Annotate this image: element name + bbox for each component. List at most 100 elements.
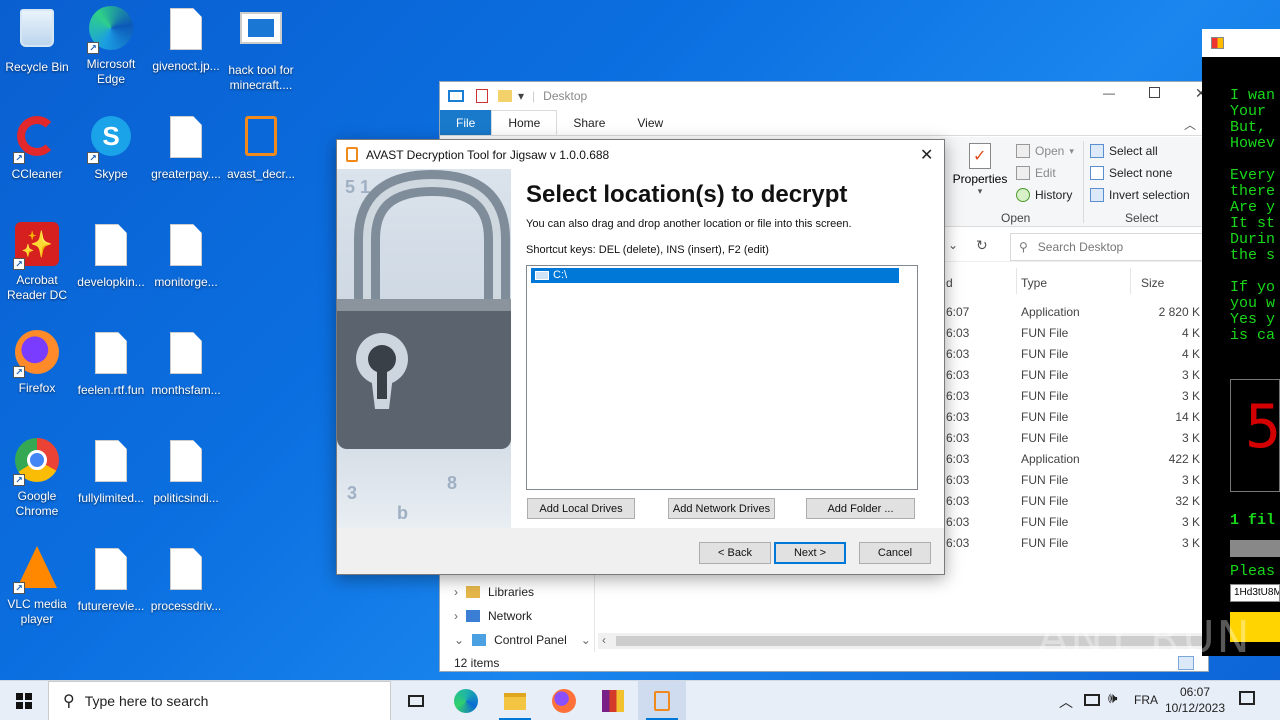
file-time: 6:03: [946, 473, 970, 487]
tab-home[interactable]: Home: [491, 110, 558, 135]
maximize-button[interactable]: [1149, 87, 1160, 98]
nav-libraries[interactable]: › Libraries: [454, 585, 534, 599]
monitor-icon: [448, 90, 464, 102]
svg-text:b: b: [397, 503, 408, 523]
file-row[interactable]: 6:03 FUN File 4 K: [940, 346, 1210, 366]
clock-time: 06:07: [1179, 685, 1211, 699]
add-network-drives-button[interactable]: Add Network Drives: [668, 498, 775, 519]
location-list[interactable]: C:\: [526, 265, 918, 490]
collapse-ribbon-icon[interactable]: ︿: [1184, 116, 1196, 133]
file-row[interactable]: 6:03 FUN File 3 K: [940, 367, 1210, 387]
select-group-label: Select: [1125, 211, 1159, 225]
file-row[interactable]: 6:03 FUN File 3 K: [940, 535, 1210, 555]
clock[interactable]: 06:07 10/12/2023: [1162, 684, 1228, 716]
desktop-icon[interactable]: hack tool for minecraft....: [225, 4, 297, 93]
file-size: 3 K: [1181, 389, 1200, 403]
taskbar-avast-decryptor[interactable]: [638, 681, 686, 720]
desktop-icon[interactable]: fullylimited...: [75, 436, 147, 506]
bitcoin-address-field[interactable]: 1Hd3tU8M: [1230, 584, 1280, 602]
invert-selection-button[interactable]: Invert selection: [1090, 188, 1190, 202]
please-text: Pleas: [1230, 563, 1276, 580]
add-local-drives-button[interactable]: Add Local Drives: [527, 498, 635, 519]
desktop-icon[interactable]: feelen.rtf.fun: [75, 328, 147, 398]
select-none-button[interactable]: Select none: [1090, 166, 1172, 180]
file-row[interactable]: 6:07 Application 2 820 K: [940, 304, 1210, 324]
taskbar-edge[interactable]: [442, 681, 490, 720]
task-view-button[interactable]: [392, 681, 440, 720]
file-row[interactable]: 6:03 FUN File 4 K: [940, 325, 1210, 345]
desktop-icon[interactable]: monthsfam...: [150, 328, 222, 398]
search-box[interactable]: ⚲ Search Desktop: [1010, 233, 1210, 261]
desktop-icon[interactable]: ↗ Google Chrome: [1, 436, 73, 519]
file-row[interactable]: 6:03 FUN File 32 K: [940, 493, 1210, 513]
tab-share[interactable]: Share: [557, 110, 621, 135]
location-item[interactable]: C:\: [531, 268, 899, 283]
file-row[interactable]: 6:03 Application 422 K: [940, 451, 1210, 471]
file-row[interactable]: 6:03 FUN File 14 K: [940, 409, 1210, 429]
open-button[interactable]: Open ▾: [1016, 144, 1074, 158]
file-time: 6:03: [946, 347, 970, 361]
minimize-button[interactable]: —: [1103, 86, 1115, 100]
desktop-icon-label: Firefox: [18, 381, 56, 395]
desktop-icon[interactable]: processdriv...: [150, 544, 222, 614]
column-type[interactable]: Type: [1021, 276, 1047, 290]
document-icon: [162, 116, 210, 164]
desktop-icon[interactable]: politicsindi...: [150, 436, 222, 506]
desktop-icon[interactable]: Recycle Bin: [1, 4, 73, 75]
back-button[interactable]: < Back: [699, 542, 771, 564]
history-button[interactable]: History: [1016, 188, 1072, 202]
desktop-icon[interactable]: S ↗ Skype: [75, 112, 147, 182]
add-folder-button[interactable]: Add Folder ...: [806, 498, 915, 519]
tab-file[interactable]: File: [440, 110, 492, 135]
taskbar-search-box[interactable]: ⚲ Type here to search: [48, 681, 391, 720]
edit-button[interactable]: Edit: [1016, 166, 1056, 180]
desktop-icon[interactable]: futurerevie...: [75, 544, 147, 614]
file-row[interactable]: 6:03 FUN File 3 K: [940, 472, 1210, 492]
properties-qa-icon[interactable]: [476, 89, 488, 103]
desktop-icon[interactable]: greaterpay....: [150, 112, 222, 182]
firefox-icon: [552, 689, 576, 713]
desktop-icon[interactable]: ↗ Microsoft Edge: [75, 4, 147, 87]
desktop-icon[interactable]: ✨ ↗ Acrobat Reader DC: [1, 220, 73, 303]
desktop-icon[interactable]: ↗ VLC media player: [1, 544, 73, 627]
taskbar-winrar[interactable]: [589, 681, 637, 720]
file-type: Application: [1021, 452, 1080, 466]
desktop-icon-label: futurerevie...: [77, 599, 145, 613]
desktop-icon[interactable]: ↗ Firefox: [1, 328, 73, 396]
desktop-icon[interactable]: ↗ CCleaner: [1, 112, 73, 182]
desktop-icon[interactable]: avast_decr...: [225, 112, 297, 182]
cancel-button[interactable]: Cancel: [859, 542, 931, 564]
properties-button[interactable]: ✓ Properties ▾: [952, 143, 1008, 197]
network-tray-icon[interactable]: [1084, 694, 1100, 706]
desktop-icon[interactable]: givenoct.jp...: [150, 4, 222, 74]
file-row[interactable]: 6:03 FUN File 3 K: [940, 388, 1210, 408]
document-icon: [162, 224, 210, 272]
start-button[interactable]: [0, 681, 48, 720]
nav-scroll-down-icon[interactable]: ⌄: [581, 633, 591, 647]
dialog-close-button[interactable]: ✕: [920, 145, 933, 165]
select-all-button[interactable]: Select all: [1090, 144, 1158, 158]
address-dropdown-icon[interactable]: ⌄: [948, 238, 958, 252]
location-path: C:\: [553, 269, 568, 281]
refresh-icon[interactable]: ↻: [976, 237, 988, 254]
column-size[interactable]: Size: [1141, 276, 1164, 290]
show-hidden-icons-icon[interactable]: ︿: [1059, 692, 1073, 712]
qa-dropdown-icon[interactable]: ▾: [518, 89, 524, 103]
file-row[interactable]: 6:03 FUN File 3 K: [940, 430, 1210, 450]
taskbar-firefox[interactable]: [540, 681, 588, 720]
desktop-icon[interactable]: monitorge...: [150, 220, 222, 290]
folder-qa-icon[interactable]: [498, 90, 512, 102]
next-button[interactable]: Next >: [774, 542, 846, 564]
column-date[interactable]: d: [946, 276, 953, 290]
dialog-shortcuts: Shortcut keys: DEL (delete), INS (insert…: [526, 244, 769, 256]
notifications-icon[interactable]: [1239, 691, 1255, 705]
file-size: 4 K: [1181, 347, 1200, 361]
nav-network[interactable]: › Network: [454, 609, 532, 623]
tab-view[interactable]: View: [621, 110, 679, 135]
nav-control-panel[interactable]: ⌄ Control Panel ⌄: [454, 633, 591, 647]
desktop-icon[interactable]: developkin...: [75, 220, 147, 290]
language-indicator[interactable]: FRA: [1134, 693, 1158, 707]
volume-icon[interactable]: 🕪: [1108, 690, 1117, 707]
taskbar-explorer[interactable]: [491, 681, 539, 720]
file-row[interactable]: 6:03 FUN File 3 K: [940, 514, 1210, 534]
